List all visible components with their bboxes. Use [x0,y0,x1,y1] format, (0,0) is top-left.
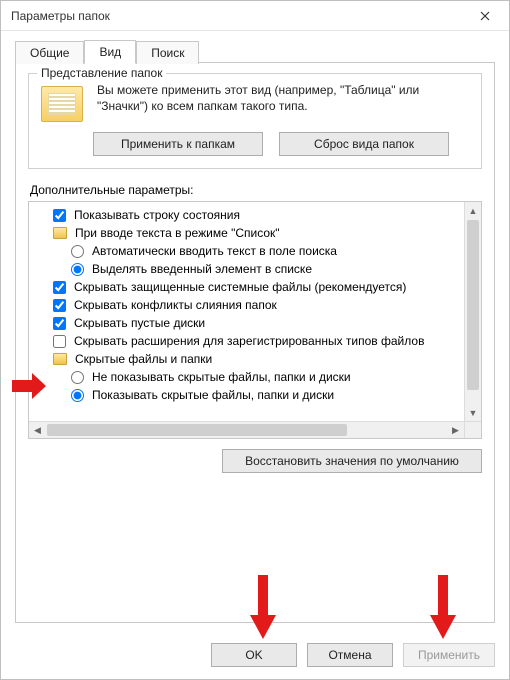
tree-row[interactable]: Скрывать пустые диски [35,314,477,332]
scroll-thumb-vertical[interactable] [467,220,479,390]
tree-row[interactable]: При вводе текста в режиме "Список" [35,224,477,242]
tree-item-label: Показывать скрытые файлы, папки и диски [92,388,334,402]
folder-icon [53,353,67,365]
scroll-thumb-horizontal[interactable] [47,424,347,436]
apply-button[interactable]: Применить [403,643,495,667]
apply-to-folders-button[interactable]: Применить к папкам [93,132,263,156]
titlebar: Параметры папок [1,1,509,31]
scroll-left-icon[interactable]: ◀ [29,422,46,439]
tree-row[interactable]: Показывать строку состояния [35,206,477,224]
dialog-footer: OK Отмена Применить [1,633,509,679]
tree-checkbox[interactable] [53,335,66,348]
close-button[interactable] [465,2,505,30]
tree-item-label: При вводе текста в режиме "Список" [75,226,280,240]
tree-checkbox[interactable] [53,209,66,222]
tree-row[interactable]: Скрывать конфликты слияния папок [35,296,477,314]
scroll-right-icon[interactable]: ▶ [447,422,464,439]
advanced-label: Дополнительные параметры: [30,183,482,197]
tab-view[interactable]: Вид [84,40,136,64]
tree-item-label: Скрытые файлы и папки [75,352,212,366]
tree-row[interactable]: Скрытые файлы и папки [35,350,477,368]
scroll-down-icon[interactable]: ▼ [465,404,481,421]
tree-scrollbar-horizontal[interactable]: ◀ ▶ [29,421,464,438]
folder-preview-icon [41,86,83,122]
advanced-tree[interactable]: Показывать строку состояния При вводе тек… [28,201,482,439]
tree-radio[interactable] [71,389,84,402]
tree-row[interactable]: Скрывать защищенные системные файлы (рек… [35,278,477,296]
tree-scrollbar-vertical[interactable]: ▲ ▼ [464,202,481,421]
tree-item-label: Скрывать конфликты слияния папок [74,298,277,312]
tree-checkbox[interactable] [53,299,66,312]
tree-item-label: Скрывать защищенные системные файлы (рек… [74,280,406,294]
tree-item-label: Показывать строку состояния [74,208,240,222]
scroll-up-icon[interactable]: ▲ [465,202,481,219]
folder-views-label: Представление папок [37,66,166,80]
tree-row[interactable]: Автоматически вводить текст в поле поиск… [35,242,477,260]
window-title: Параметры папок [11,9,110,23]
tree-item-label: Скрывать расширения для зарегистрированн… [74,334,424,348]
close-icon [480,11,490,21]
tree-radio[interactable] [71,245,84,258]
folder-views-group: Представление папок Вы можете применить … [28,73,482,169]
folder-views-text: Вы можете применить этот вид (например, … [97,82,471,122]
tree-checkbox[interactable] [53,281,66,294]
content: Общие Вид Поиск Представление папок Вы м… [1,31,509,633]
tree-item-label: Не показывать скрытые файлы, папки и дис… [92,370,351,384]
cancel-button[interactable]: Отмена [307,643,393,667]
tree-row[interactable]: Показывать скрытые файлы, папки и диски [35,386,477,404]
tree-radio[interactable] [71,263,84,276]
tree-row[interactable]: Не показывать скрытые файлы, папки и дис… [35,368,477,386]
restore-defaults-button[interactable]: Восстановить значения по умолчанию [222,449,482,473]
tree-row[interactable]: Скрывать расширения для зарегистрированн… [35,332,477,350]
tree-radio[interactable] [71,371,84,384]
tree-row[interactable]: Выделять введенный элемент в списке [35,260,477,278]
folder-icon [53,227,67,239]
tree-item-label: Автоматически вводить текст в поле поиск… [92,244,337,258]
tab-search[interactable]: Поиск [136,41,199,64]
folder-options-window: Параметры папок Общие Вид Поиск Представ… [0,0,510,680]
scroll-corner [464,421,481,438]
reset-folders-button[interactable]: Сброс вида папок [279,132,449,156]
tab-panel-view: Представление папок Вы можете применить … [15,62,495,623]
tree-item-label: Скрывать пустые диски [74,316,205,330]
tab-strip: Общие Вид Поиск [15,39,495,63]
ok-button[interactable]: OK [211,643,297,667]
tab-general[interactable]: Общие [15,41,84,64]
tree-checkbox[interactable] [53,317,66,330]
tree-item-label: Выделять введенный элемент в списке [92,262,312,276]
